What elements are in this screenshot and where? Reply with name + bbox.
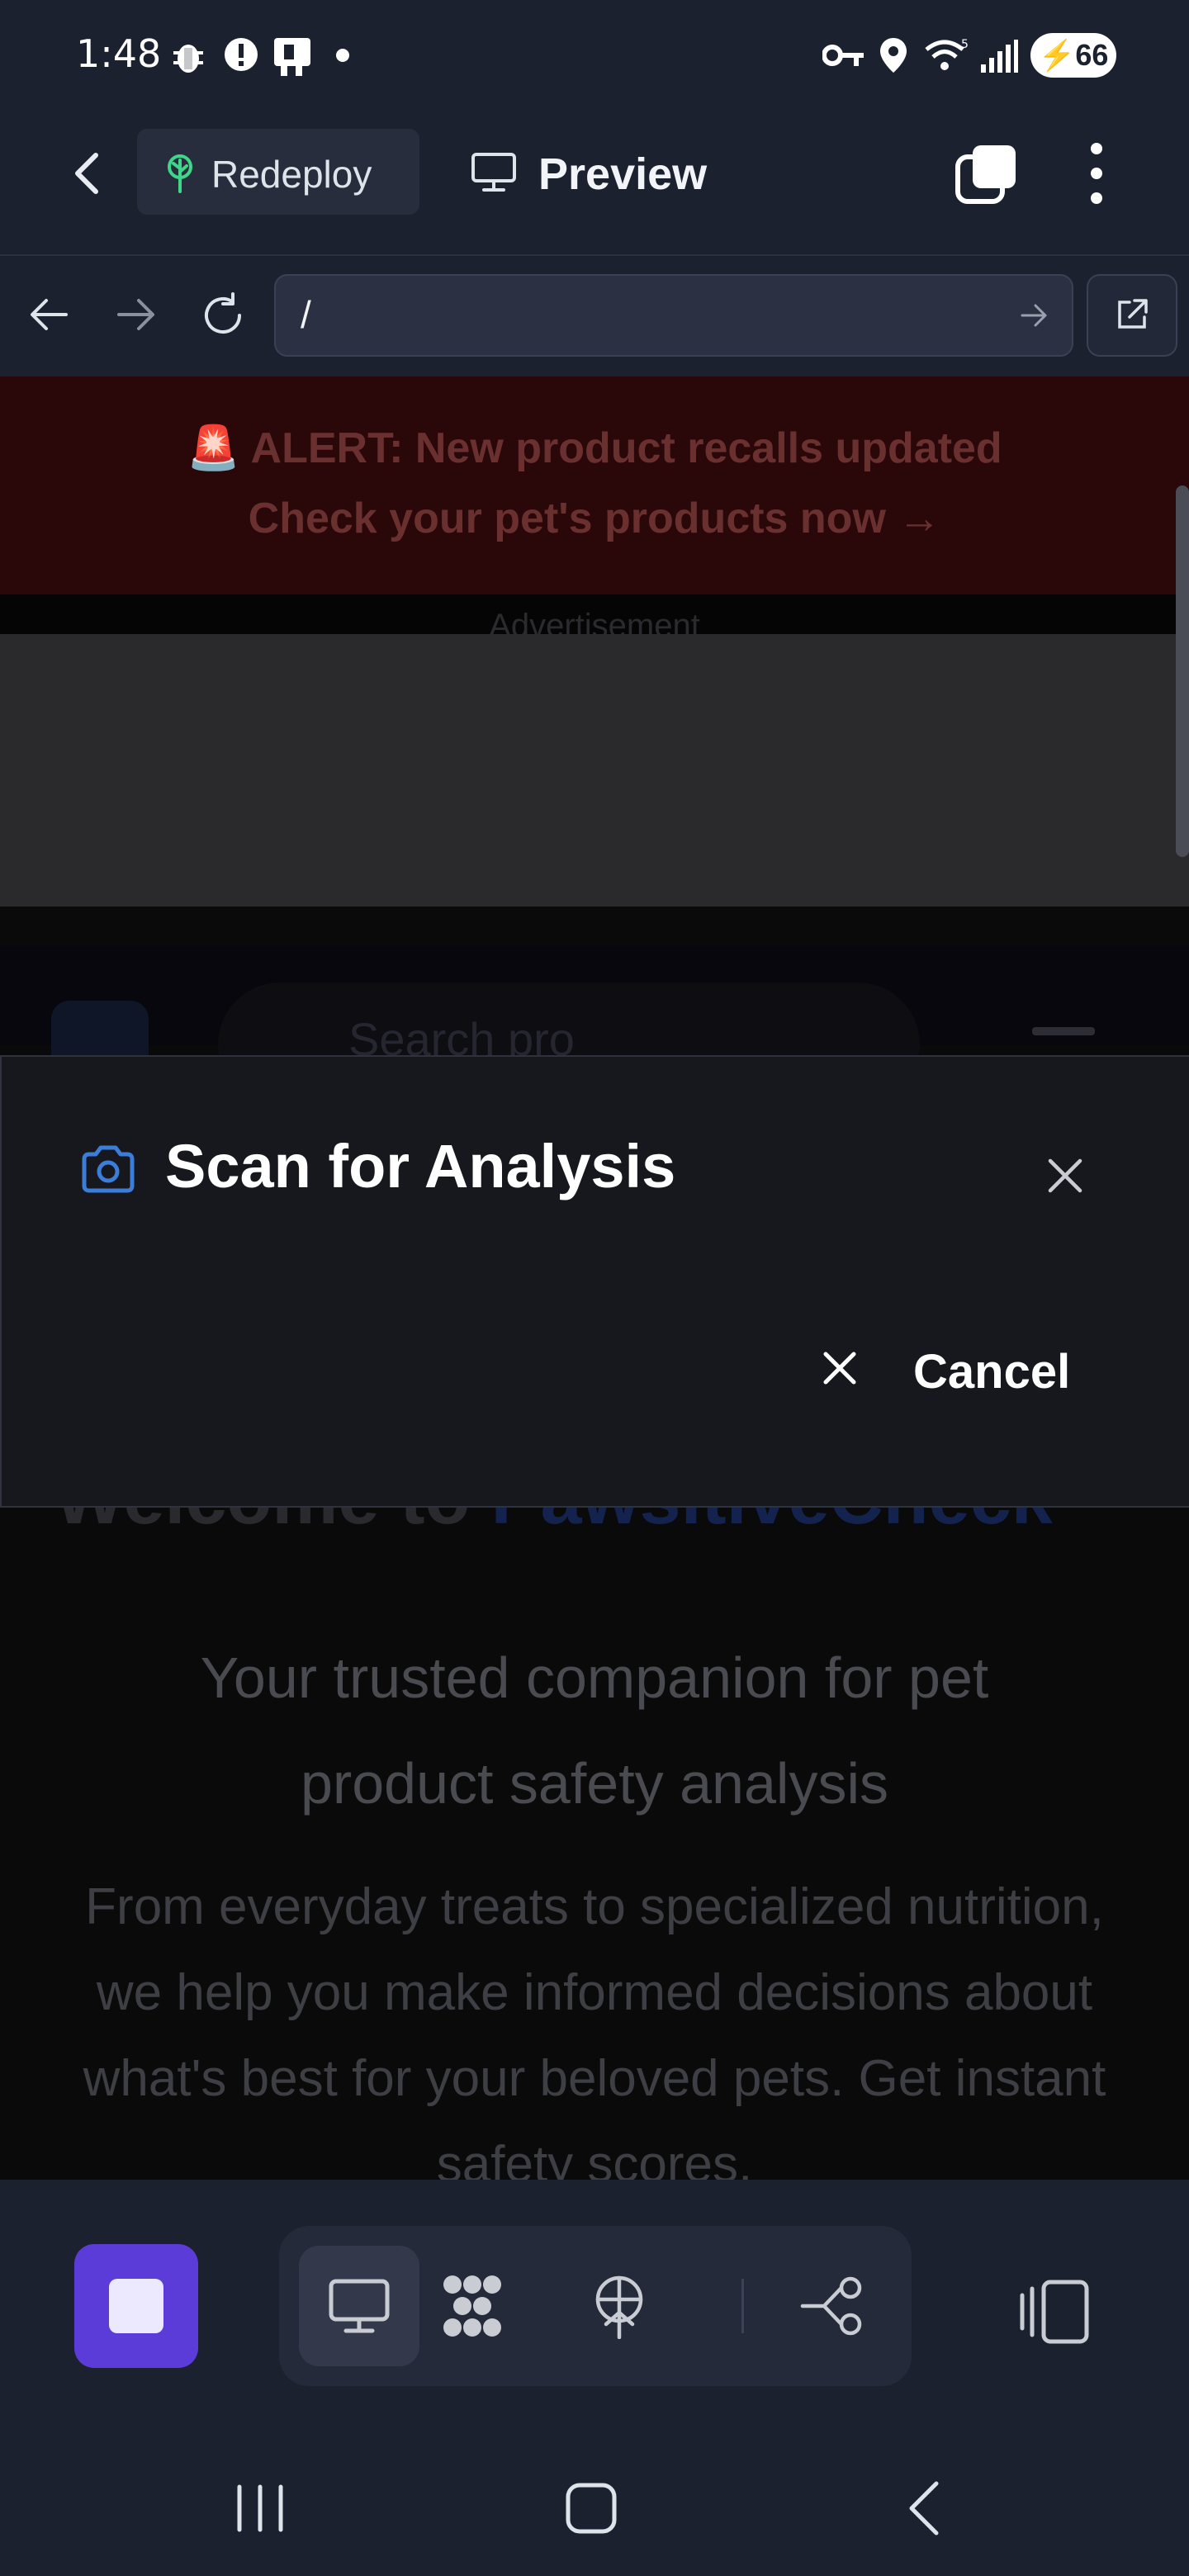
url-text: / [301,293,311,336]
back-arrow-icon[interactable] [64,149,114,198]
recall-alert-banner[interactable]: 🚨 ALERT: New product recalls updated Che… [0,376,1189,594]
location-icon [880,38,907,73]
alert-icon [225,38,258,71]
bottom-toolbar [0,2180,1189,2417]
dot-icon [336,49,349,62]
nav-back-icon[interactable] [905,2480,941,2536]
tool-preview-button[interactable] [299,2246,419,2366]
battery-level: 66 [1075,38,1109,72]
monitor-icon [329,2279,390,2333]
ad-placeholder [0,634,1189,907]
ad-gap [0,907,1189,946]
description: From everyday treats to specialized nutr… [83,1878,1106,2180]
forward-icon[interactable] [116,296,157,334]
monitor-icon [471,153,516,192]
preview-tab[interactable]: Preview [471,140,743,210]
tagline: Your trusted companion for pet product s… [200,1646,989,1816]
browser-url-bar: / [0,256,1189,378]
status-bar: 1:48 5 ⚡66 [0,0,1189,116]
signal-icon [981,40,1018,73]
battery-icon: ⚡66 [1030,33,1116,78]
status-time: 1:48 [76,31,162,76]
side-panel-icon[interactable] [1019,2279,1090,2345]
alert-line-1: 🚨 ALERT: New product recalls updated [187,424,1002,472]
toolbar-divider [741,2279,744,2333]
top-app-bar: Redeploy Preview [0,116,1189,256]
tabs-icon[interactable] [955,142,1019,206]
redeploy-button[interactable]: Redeploy [137,129,419,215]
camera-icon [82,1145,135,1193]
more-vertical-icon[interactable] [1088,140,1105,206]
home-icon[interactable] [565,2482,618,2535]
scrollbar[interactable] [1176,485,1189,857]
cancel-label: Cancel [913,1345,1071,1399]
deploy-icon[interactable] [586,2273,652,2339]
go-icon[interactable] [1021,302,1049,329]
hamburger-menu-icon[interactable] [1032,1027,1095,1035]
deploy-tree-icon [168,154,192,193]
key-icon [822,45,864,66]
open-external-button[interactable] [1087,274,1177,357]
wifi-icon: 5 [925,38,969,70]
preview-label: Preview [538,149,708,199]
dialog-title: Scan for Analysis [165,1132,676,1200]
url-input[interactable]: / [274,274,1073,357]
reload-icon[interactable] [200,292,246,339]
redeploy-label: Redeploy [211,153,372,196]
bug-icon [173,45,203,73]
stop-icon [109,2279,163,2333]
dots-grid-icon[interactable] [439,2273,505,2339]
system-nav-bar [0,2411,1189,2576]
scan-dialog: Scan for Analysis Cancel [0,1055,1189,1508]
svg-text:5: 5 [961,38,969,51]
stop-button[interactable] [74,2244,198,2368]
connections-icon[interactable] [799,2273,865,2339]
recents-icon[interactable] [234,2484,286,2533]
cancel-x-icon [823,1352,856,1385]
alert-line-2: Check your pet's products now → [248,495,941,542]
close-icon[interactable] [1042,1153,1088,1199]
back-icon[interactable] [28,296,69,334]
cancel-button[interactable]: Cancel [803,1324,1085,1415]
sim-icon [274,38,310,76]
external-link-icon [1118,299,1148,329]
tool-group [279,2226,912,2386]
